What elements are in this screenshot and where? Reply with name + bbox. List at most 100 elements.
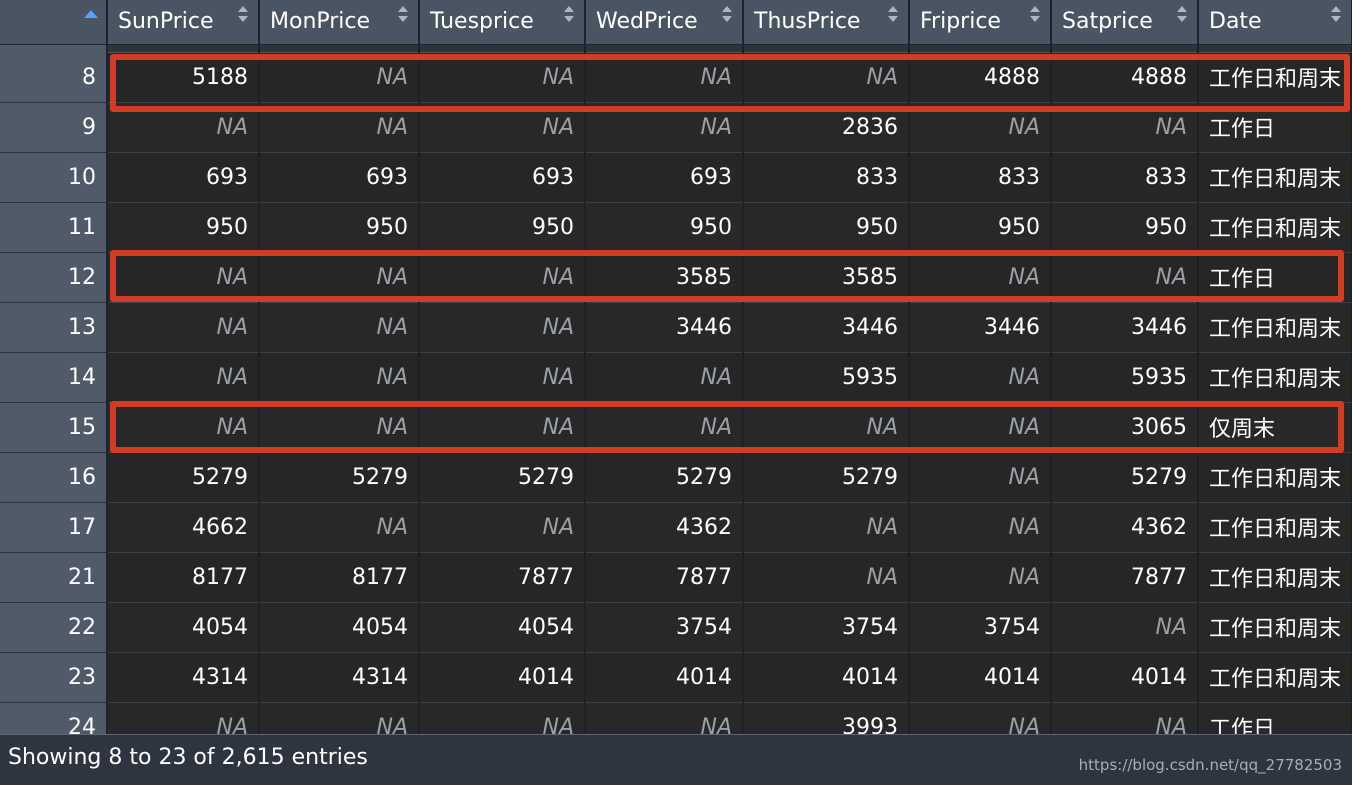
cell-sunprice: 4662 [107, 502, 260, 553]
cell-sunprice: 693 [107, 152, 260, 203]
row-number: 8 [0, 52, 108, 103]
cell-wedprice: NA [585, 402, 744, 453]
sort-icon[interactable] [1331, 6, 1341, 26]
row-number: 22 [0, 602, 108, 653]
sort-icon[interactable] [1030, 6, 1040, 26]
entries-status: Showing 8 to 23 of 2,615 entries [8, 745, 368, 770]
cell-monprice: NA [259, 102, 420, 153]
cell-date: 工作日和周末 [1198, 552, 1352, 603]
cell-tuesprice: NA [419, 352, 586, 403]
cell-friprice: NA [909, 352, 1052, 403]
cell-monprice: 4314 [259, 652, 420, 703]
cell-tuesprice: NA [419, 252, 586, 303]
cell-sunprice: 950 [107, 202, 260, 253]
row-number: 12 [0, 252, 108, 303]
sort-icon[interactable] [722, 6, 732, 26]
partial-row [0, 44, 1352, 53]
cell-wedprice: 4014 [585, 652, 744, 703]
sort-icon[interactable] [1177, 6, 1187, 26]
cell-thusprice: 2836 [743, 102, 910, 153]
cell-monprice: 4054 [259, 602, 420, 653]
header-friprice[interactable]: Friprice [909, 0, 1052, 45]
cell-sunprice: 5188 [107, 52, 260, 103]
cell-sunprice: 4054 [107, 602, 260, 653]
cell-monprice: 5279 [259, 452, 420, 503]
cell-tuesprice: 7877 [419, 552, 586, 603]
cell-satprice: 833 [1051, 152, 1199, 203]
row-number: 13 [0, 302, 108, 353]
cell-sunprice: 5279 [107, 452, 260, 503]
header-date[interactable]: Date [1198, 0, 1352, 45]
table-row: 21 8177 8177 7877 7877 NA NA 7877 工作日和周末 [0, 552, 1352, 603]
cell-wedprice: 3446 [585, 302, 744, 353]
cell-tuesprice: NA [419, 702, 586, 734]
cell-monprice: 8177 [259, 552, 420, 603]
cell-date: 工作日和周末 [1198, 202, 1352, 253]
cell-date: 工作日和周末 [1198, 602, 1352, 653]
sort-icon[interactable] [238, 6, 248, 26]
header-tuesprice[interactable]: Tuesprice [419, 0, 586, 45]
row-number: 24 [0, 702, 108, 734]
cell-tuesprice: NA [419, 102, 586, 153]
cell-satprice: 4362 [1051, 502, 1199, 553]
cell-wedprice: 693 [585, 152, 744, 203]
cell-sunprice: NA [107, 352, 260, 403]
cell-sunprice: NA [107, 252, 260, 303]
cell-sunprice: NA [107, 702, 260, 734]
header-rownum[interactable] [0, 0, 108, 45]
table-row: 23 4314 4314 4014 4014 4014 4014 4014 工作… [0, 652, 1352, 703]
cell-tuesprice: NA [419, 402, 586, 453]
sort-icon[interactable] [398, 6, 408, 26]
cell-monprice: NA [259, 402, 420, 453]
cell-sunprice: 4314 [107, 652, 260, 703]
cell-thusprice: NA [743, 552, 910, 603]
cell-wedprice: NA [585, 702, 744, 734]
table-row: 12 NA NA NA 3585 3585 NA NA 工作日 [0, 252, 1352, 303]
cell-wedprice: 950 [585, 202, 744, 253]
header-satprice[interactable]: Satprice [1051, 0, 1199, 45]
header-wedprice[interactable]: WedPrice [585, 0, 744, 45]
cell-thusprice: 5935 [743, 352, 910, 403]
sort-icon[interactable] [888, 6, 898, 26]
table-row: 17 4662 NA NA 4362 NA NA 4362 工作日和周末 [0, 502, 1352, 553]
cell-friprice: 4014 [909, 652, 1052, 703]
sort-ascending-icon[interactable] [84, 10, 98, 18]
cell-friprice: 833 [909, 152, 1052, 203]
header-thusprice[interactable]: ThusPrice [743, 0, 910, 45]
cell-date: 工作日和周末 [1198, 152, 1352, 203]
cell-date: 工作日 [1198, 702, 1352, 734]
row-number: 23 [0, 652, 108, 703]
cell-satprice: NA [1051, 252, 1199, 303]
table-row: 13 NA NA NA 3446 3446 3446 3446 工作日和周末 [0, 302, 1352, 353]
cell-satprice: 5279 [1051, 452, 1199, 503]
cell-wedprice: NA [585, 102, 744, 153]
cell-monprice: NA [259, 702, 420, 734]
table-row: 8 5188 NA NA NA NA 4888 4888 工作日和周末 [0, 52, 1352, 103]
cell-monprice: NA [259, 302, 420, 353]
cell-satprice: NA [1051, 602, 1199, 653]
cell-monprice: NA [259, 352, 420, 403]
cell-friprice: 4888 [909, 52, 1052, 103]
header-monprice[interactable]: MonPrice [259, 0, 420, 45]
table-row: 14 NA NA NA NA 5935 NA 5935 工作日和周末 [0, 352, 1352, 403]
cell-friprice: NA [909, 552, 1052, 603]
table-row: 11 950 950 950 950 950 950 950 工作日和周末 [0, 202, 1352, 253]
cell-wedprice: NA [585, 52, 744, 103]
cell-friprice: NA [909, 402, 1052, 453]
row-number: 11 [0, 202, 108, 253]
header-sunprice[interactable]: SunPrice [107, 0, 260, 45]
cell-tuesprice: NA [419, 302, 586, 353]
cell-monprice: 950 [259, 202, 420, 253]
data-table: SunPrice MonPrice Tuesprice WedPrice Thu… [0, 0, 1352, 734]
cell-tuesprice: 693 [419, 152, 586, 203]
cell-tuesprice: 4054 [419, 602, 586, 653]
cell-friprice: 950 [909, 202, 1052, 253]
row-number: 16 [0, 452, 108, 503]
cell-sunprice: NA [107, 402, 260, 453]
cell-monprice: NA [259, 252, 420, 303]
cell-date: 工作日和周末 [1198, 52, 1352, 103]
sort-icon[interactable] [564, 6, 574, 26]
data-viewer: SunPrice MonPrice Tuesprice WedPrice Thu… [0, 0, 1352, 734]
row-number: 17 [0, 502, 108, 553]
cell-satprice: 3446 [1051, 302, 1199, 353]
